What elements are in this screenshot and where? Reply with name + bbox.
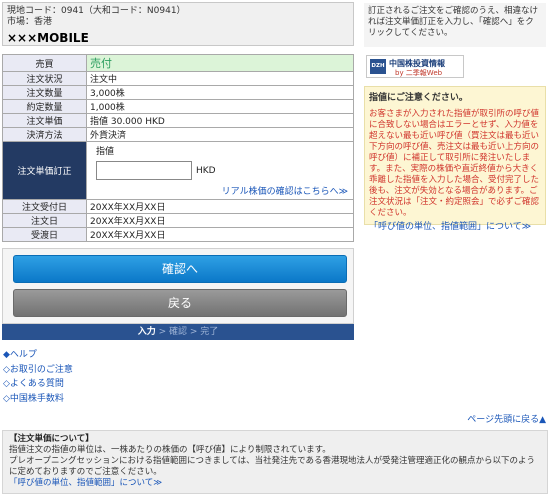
trade-value: 売付 (86, 54, 354, 72)
row-value: 注文中 (86, 71, 354, 86)
price-note-box: 【注文単価について】 指値注文の指値の単位は、一株あたりの株価の【呼び値】により… (2, 430, 548, 494)
note-title: 【注文単価について】 (9, 434, 94, 444)
table-row: 注文受付日 20XX年XX月XX日 (2, 199, 354, 214)
table-row: 注文数量 3,000株 (2, 85, 354, 100)
table-row: 約定数量 1,000株 (2, 99, 354, 114)
step-complete: 完了 (200, 327, 219, 337)
tick-size-link[interactable]: 「呼び値の単位、指値範囲」について≫ (369, 219, 541, 232)
tick-size-link[interactable]: 「呼び値の単位、指値範囲」について≫ (9, 478, 541, 489)
row-label: 注文単価 (2, 113, 87, 128)
back-button[interactable]: 戻る (13, 289, 347, 317)
trade-label: 売買 (2, 54, 87, 72)
price-type-label: 指値 (96, 147, 115, 157)
warning-body: お客さまが入力された指値が取引所の呼び値に合致しない場合はエラーとせず、入力値を… (369, 109, 540, 218)
button-panel: 確認へ 戻る (2, 248, 354, 324)
warning-title: 指値にご注意ください。 (369, 93, 468, 103)
row-value: 1,000株 (86, 99, 354, 114)
promo-banner[interactable]: DZH 中国株投資情報 by 二季報Web (366, 55, 464, 78)
table-row: 注文単価 指値 30.000 HKD (2, 113, 354, 128)
table-row: 受渡日 20XX年XX月XX日 (2, 227, 354, 242)
fees-link[interactable]: ◇中国株手数料 (3, 392, 73, 407)
price-correction-label: 注文単価訂正 (2, 141, 87, 200)
step-separator: > (187, 327, 201, 337)
price-correction-cell: 指値 HKD リアル株価の確認はこちらへ≫ (86, 141, 354, 200)
row-value: 3,000株 (86, 85, 354, 100)
step-current: 入力 (137, 327, 156, 337)
help-link[interactable]: ◆ヘルプ (3, 348, 73, 363)
price-correction-row: 注文単価訂正 指値 HKD リアル株価の確認はこちらへ≫ (2, 141, 354, 200)
faq-link[interactable]: ◇よくある質問 (3, 377, 73, 392)
row-label: 注文状況 (2, 71, 87, 86)
help-links: ◆ヘルプ ◇お取引のご注意 ◇よくある質問 ◇中国株手数料 (3, 348, 73, 406)
stock-header: 現地コード：0941（大和コード：N0941） 市場：香港 ×××MOBILE (2, 2, 354, 46)
trading-notes-link[interactable]: ◇お取引のご注意 (3, 363, 73, 378)
realtime-price-link[interactable]: リアル株価の確認はこちらへ≫ (222, 187, 348, 197)
row-label: 約定数量 (2, 99, 87, 114)
price-currency: HKD (196, 165, 216, 176)
row-value: 指値 30.000 HKD (86, 113, 354, 128)
stock-code: 現地コード：0941（大和コード：N0941） (7, 6, 186, 16)
instruction-note: 訂正されるご注文をご確認のうえ、相違なければ注文単価訂正を入力し、「確認へ」をク… (364, 3, 546, 47)
note-line: プレオープニングセッションにおける指値範囲につきましては、当社発注先である香港現… (9, 456, 535, 477)
price-input[interactable] (96, 161, 192, 180)
row-value: 外貨決済 (86, 127, 354, 142)
promo-subtitle: by 二季報Web (395, 69, 443, 77)
stock-name: ×××MOBILE (7, 31, 89, 45)
order-detail-table: 売買 売付 注文状況 注文中 注文数量 3,000株 約定数量 1,000株 注… (2, 54, 354, 242)
confirm-button[interactable]: 確認へ (13, 255, 347, 283)
dzh-logo-icon: DZH (370, 59, 386, 74)
table-row: 注文日 20XX年XX月XX日 (2, 213, 354, 228)
row-value: 20XX年XX月XX日 (86, 199, 354, 214)
warning-box: 指値にご注意ください。 お客さまが入力された指値が取引所の呼び値に合致しない場合… (364, 86, 546, 232)
row-label: 決済方法 (2, 127, 87, 142)
table-row: 決済方法 外貨決済 (2, 127, 354, 142)
market-label: 市場：香港 (7, 17, 53, 27)
row-value: 20XX年XX月XX日 (86, 213, 354, 228)
page-top-link[interactable]: ページ先頭に戻る▲ (467, 412, 546, 425)
row-label: 受渡日 (2, 227, 87, 242)
step-separator: > (155, 327, 169, 337)
step-confirm: 確認 (168, 327, 187, 337)
row-label: 注文日 (2, 213, 87, 228)
row-label: 注文受付日 (2, 199, 87, 214)
row-value: 20XX年XX月XX日 (86, 227, 354, 242)
table-row: 売買 売付 (2, 54, 354, 72)
step-indicator: 入力 > 確認 > 完了 (2, 324, 354, 340)
note-line: 指値注文の指値の単位は、一株あたりの株価の【呼び値】により制限されています。 (9, 445, 331, 455)
row-label: 注文数量 (2, 85, 87, 100)
table-row: 注文状況 注文中 (2, 71, 354, 86)
